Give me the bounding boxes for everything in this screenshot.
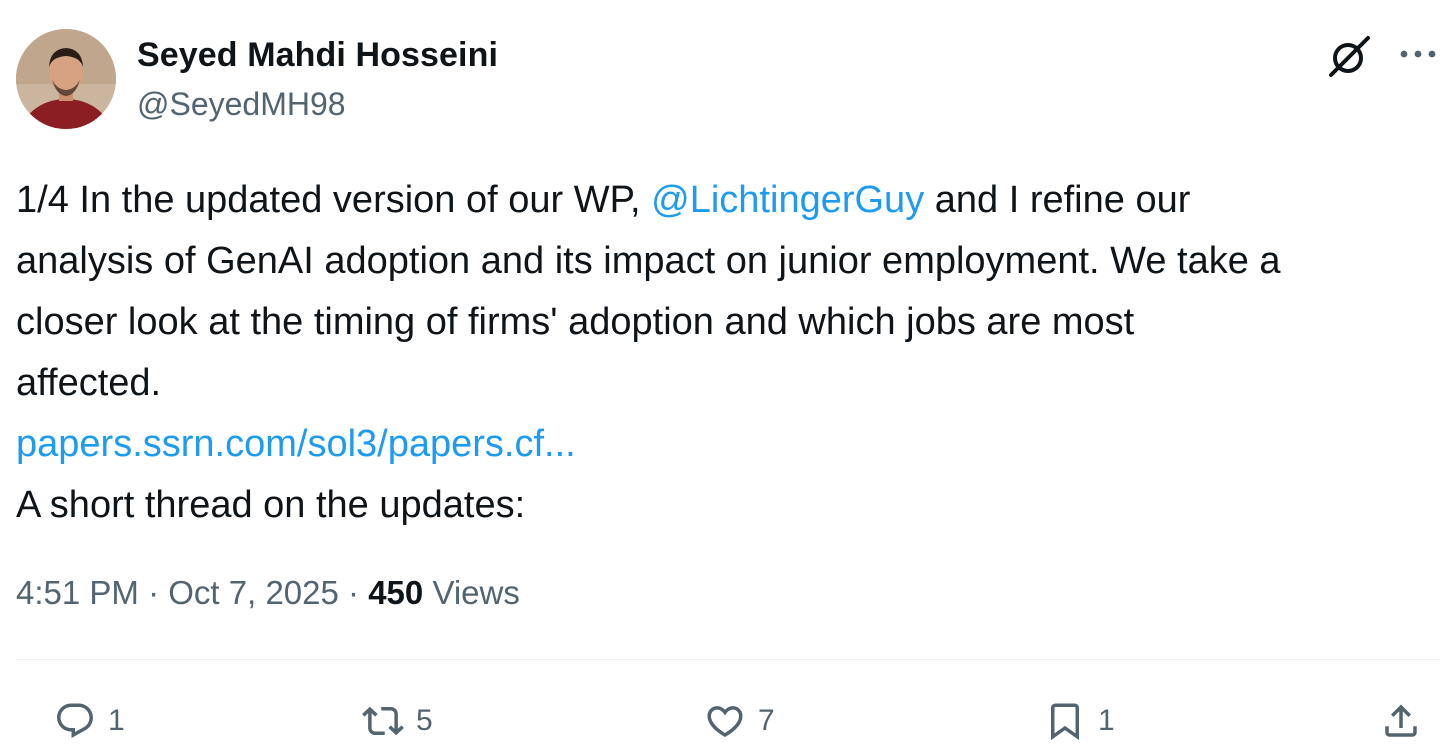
tweet-date[interactable]: Oct 7, 2025 <box>168 574 339 611</box>
bookmark-icon <box>1051 703 1079 741</box>
tweet-line: closer look at the timing of firms' adop… <box>16 301 1135 343</box>
repost-count: 5 <box>416 704 433 737</box>
tweet-line: papers.ssrn.com/sol3/papers.cf... <box>16 414 1452 475</box>
views-label: Views <box>432 574 520 611</box>
reply-icon <box>57 703 93 738</box>
meta-separator: · <box>148 574 160 611</box>
views-count: 450 <box>368 574 424 611</box>
tweet-text-segment: 1/4 In the updated version of our WP, <box>16 179 652 221</box>
mention-link[interactable]: @LichtingerGuy <box>651 179 924 221</box>
tweet-line: A short thread on the updates: <box>16 484 526 526</box>
tweet-time[interactable]: 4:51 PM <box>16 574 139 611</box>
user-handle[interactable]: @SeyedMH98 <box>137 86 346 123</box>
more-icon[interactable] <box>1396 38 1440 70</box>
display-name[interactable]: Seyed Mahdi Hosseini <box>137 36 498 75</box>
repost-button[interactable]: 5 <box>362 696 433 746</box>
tweet-text: 1/4 In the updated version of our WP, @L… <box>16 170 1452 536</box>
avatar-photo <box>16 29 116 129</box>
meta-separator: · <box>348 574 360 611</box>
share-icon <box>1385 704 1417 737</box>
bookmark-count: 1 <box>1098 704 1115 737</box>
reply-button[interactable]: 1 <box>54 696 125 746</box>
bookmark-button[interactable]: 1 <box>1044 696 1115 746</box>
like-button[interactable]: 7 <box>704 696 775 746</box>
like-count: 7 <box>758 704 775 737</box>
url-link[interactable]: papers.ssrn.com/sol3/papers.cf... <box>16 423 576 465</box>
tweet-text-segment: and I refine our <box>924 179 1191 221</box>
like-icon <box>707 706 743 738</box>
tweet-line: analysis of GenAI adoption and its impac… <box>16 240 1281 282</box>
tweet-meta: 4:51 PM · Oct 7, 2025 · 450 Views <box>16 574 520 612</box>
repost-icon <box>362 706 404 736</box>
avatar[interactable] <box>16 29 116 129</box>
reply-count: 1 <box>108 704 125 737</box>
share-button[interactable] <box>1380 696 1422 746</box>
tweet-line: affected. <box>16 362 162 404</box>
tweet-line: 1/4 In the updated version of our WP, @L… <box>16 170 1452 231</box>
grok-icon[interactable] <box>1326 34 1374 78</box>
divider <box>16 659 1440 660</box>
